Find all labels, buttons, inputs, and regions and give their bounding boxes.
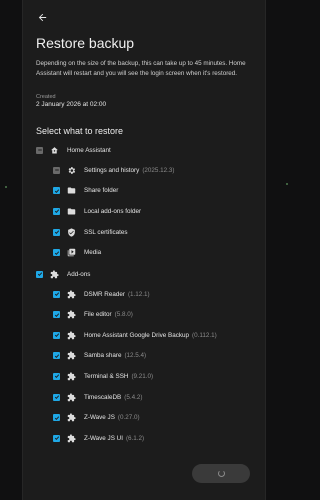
option-checkbox[interactable] — [53, 166, 60, 174]
puzzle-icon — [67, 310, 76, 319]
option-row-ssl-certificates[interactable]: SSL certificates — [53, 225, 128, 239]
option-label: Z-Wave JS — [84, 414, 115, 422]
restore-button[interactable] — [192, 464, 250, 483]
puzzle-icon — [67, 372, 76, 381]
option-checkbox[interactable] — [53, 311, 60, 319]
option-checkbox[interactable] — [53, 414, 60, 422]
option-row-media[interactable]: Media — [53, 246, 101, 260]
puzzle-icon — [67, 434, 76, 443]
option-checkbox[interactable] — [53, 331, 60, 339]
addons-checkbox[interactable] — [36, 270, 43, 278]
option-checkbox[interactable] — [53, 228, 60, 236]
addons-label: Add-ons — [67, 270, 91, 278]
option-row-local-add-ons-folder[interactable]: Local add-ons folder — [53, 204, 141, 218]
option-row-settings-and-history[interactable]: Settings and history (2025.12.3) — [53, 163, 175, 177]
puzzle-icon — [50, 269, 59, 279]
home-assistant-logo-icon — [50, 146, 59, 155]
puzzle-icon — [67, 413, 76, 422]
folder-icon — [67, 207, 76, 216]
option-checkbox[interactable] — [53, 393, 60, 401]
option-version: (9.21.0) — [131, 372, 154, 380]
puzzle-icon — [67, 351, 76, 360]
shield-check-icon — [67, 227, 76, 237]
option-label: TimescaleDB — [84, 393, 122, 401]
option-label: Samba share — [84, 352, 122, 360]
addons-group-row[interactable]: Add-ons — [36, 267, 90, 281]
option-row-timescaledb[interactable]: TimescaleDB (5.4.2) — [53, 390, 142, 404]
option-row-z-wave-js-ui[interactable]: Z-Wave JS UI (6.1.2) — [53, 431, 144, 445]
option-version: (5.8.0) — [114, 311, 133, 319]
option-label: Share folder — [84, 187, 119, 195]
folder-icon — [67, 186, 76, 195]
option-row-samba-share[interactable]: Samba share (12.5.4) — [53, 349, 146, 363]
option-label: SSL certificates — [84, 228, 128, 236]
home-assistant-label: Home Assistant — [67, 146, 111, 154]
option-version: (6.1.2) — [125, 434, 145, 442]
option-label: Media — [84, 249, 102, 257]
section-title: Select what to restore — [36, 126, 124, 136]
option-checkbox[interactable] — [53, 372, 60, 380]
option-label: Terminal & SSH — [84, 372, 129, 380]
created-label: Created — [36, 94, 56, 100]
option-version: (5.4.2) — [124, 393, 143, 401]
option-checkbox[interactable] — [53, 207, 60, 215]
option-row-z-wave-js[interactable]: Z-Wave JS (0.27.0) — [53, 411, 140, 425]
option-version: (12.5.4) — [124, 352, 147, 360]
option-checkbox[interactable] — [53, 352, 60, 360]
option-row-home-assistant-google-drive-backup[interactable]: Home Assistant Google Drive Backup (0.112… — [53, 328, 217, 342]
background-dot — [5, 186, 7, 188]
background-dot — [286, 183, 288, 185]
dialog-title: Restore backup — [36, 35, 135, 51]
option-version: (2025.12.3) — [142, 166, 175, 174]
back-button[interactable] — [34, 9, 50, 25]
option-checkbox[interactable] — [53, 249, 60, 257]
option-label: Z-Wave JS UI — [84, 434, 123, 442]
puzzle-icon — [67, 331, 76, 340]
arrow-left-icon — [38, 13, 46, 21]
home-assistant-checkbox[interactable] — [36, 146, 43, 154]
puzzle-icon — [67, 392, 76, 402]
option-row-terminal-ssh[interactable]: Terminal & SSH (9.21.0) — [53, 369, 153, 383]
puzzle-icon — [67, 289, 76, 299]
option-row-share-folder[interactable]: Share folder — [53, 184, 118, 198]
option-label: File editor — [84, 311, 112, 319]
option-row-file-editor[interactable]: File editor (5.8.0) — [53, 308, 133, 322]
option-version: (1.12.1) — [127, 290, 150, 298]
home-assistant-group-row[interactable]: Home Assistant — [36, 143, 111, 157]
option-checkbox[interactable] — [53, 187, 60, 195]
option-label: Local add-ons folder — [84, 207, 142, 215]
gear-icon — [67, 166, 76, 175]
option-version: (0.112.1) — [192, 331, 217, 339]
created-value: 2 January 2026 at 02:00 — [36, 101, 107, 108]
dialog-description: Depending on the size of the backup, thi… — [36, 60, 246, 77]
loading-spinner-icon — [217, 470, 225, 477]
option-label: Settings and history — [84, 166, 140, 174]
option-checkbox[interactable] — [53, 290, 60, 298]
restore-backup-dialog: Restore backup Depending on the size of … — [22, 0, 266, 500]
option-label: Home Assistant Google Drive Backup — [84, 331, 189, 339]
option-version: (0.27.0) — [117, 414, 140, 422]
option-label: DSMR Reader — [84, 290, 125, 298]
option-checkbox[interactable] — [53, 434, 60, 442]
option-row-dsmr-reader[interactable]: DSMR Reader (1.12.1) — [53, 287, 150, 301]
media-icon — [67, 248, 76, 257]
